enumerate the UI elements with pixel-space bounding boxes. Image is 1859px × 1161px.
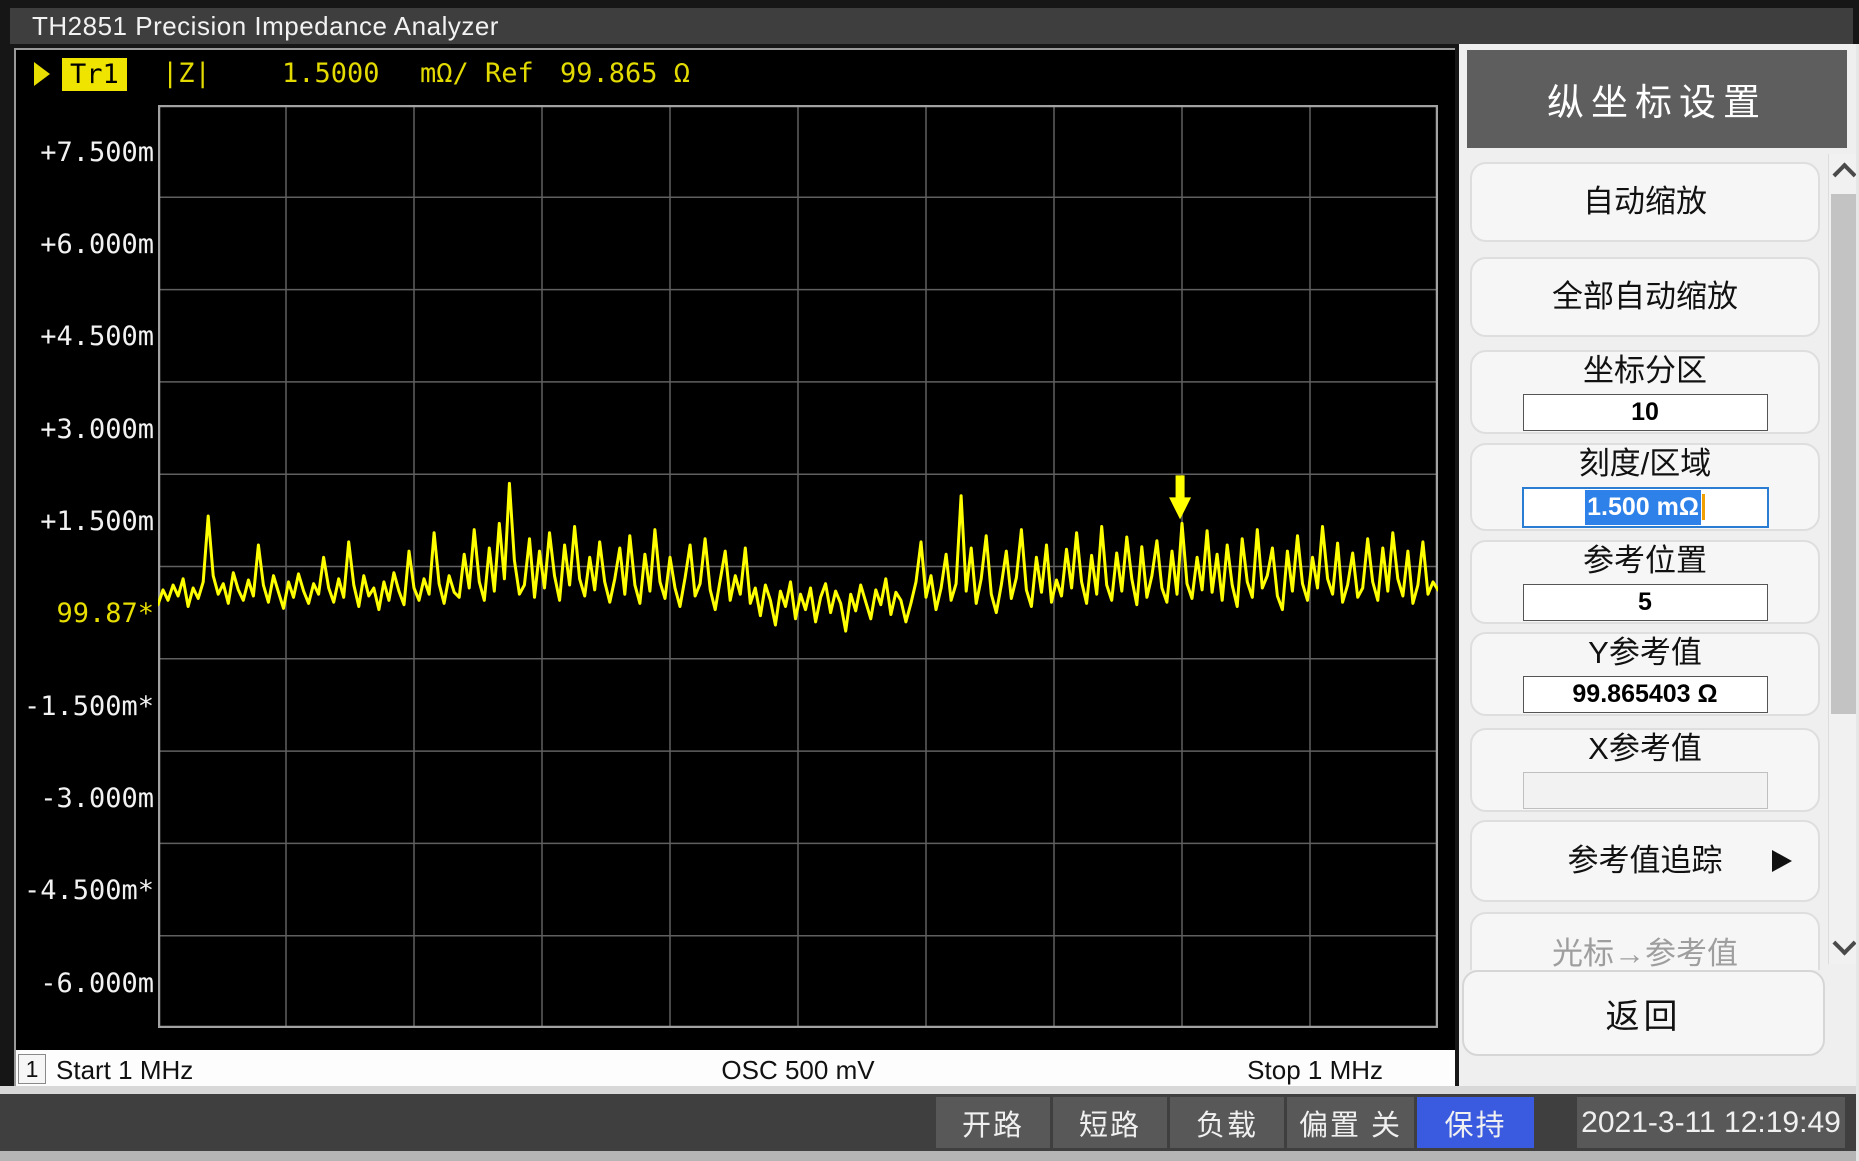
scroll-up-icon[interactable] bbox=[1832, 162, 1856, 186]
trace-scale-unit: mΩ/ bbox=[420, 58, 469, 89]
scrollbar-thumb[interactable] bbox=[1831, 194, 1856, 714]
short-correction-button[interactable]: 短路 bbox=[1053, 1097, 1167, 1148]
scroll-clip: 光标→参考值 bbox=[1459, 904, 1828, 970]
trace-ref-label: Ref bbox=[485, 58, 534, 89]
back-button[interactable]: 返回 bbox=[1462, 970, 1825, 1056]
scroll-down-icon[interactable] bbox=[1832, 931, 1856, 955]
y-axis-label: +4.500m bbox=[16, 322, 154, 352]
reference-tracking-button[interactable]: 参考值追踪 bbox=[1470, 820, 1820, 902]
load-correction-button[interactable]: 负载 bbox=[1170, 1097, 1284, 1148]
y-axis-label: +3.000m bbox=[16, 415, 154, 445]
selected-text: 1.500 mΩ bbox=[1585, 490, 1701, 525]
y-axis-label: -4.500m* bbox=[16, 876, 154, 906]
bottom-edge-band bbox=[0, 1151, 1859, 1161]
y-axis-label: +6.000m bbox=[16, 230, 154, 260]
title-bar: TH2851 Precision Impedance Analyzer bbox=[10, 8, 1853, 44]
axis-divisions-input[interactable]: 10 bbox=[1523, 394, 1768, 431]
y-axis-reference-label: 99.87* bbox=[16, 599, 154, 629]
trace-name-badge[interactable]: Tr1 bbox=[62, 58, 127, 91]
y-axis-label: -3.000m bbox=[16, 784, 154, 814]
y-axis-label: +1.500m bbox=[16, 507, 154, 537]
bottom-toolbar: 开路 短路 负载 偏置 关 保持 2021-3-11 12:19:49 bbox=[0, 1094, 1859, 1151]
clock-display: 2021-3-11 12:19:49 bbox=[1577, 1097, 1845, 1148]
plot-grid-area bbox=[158, 105, 1438, 1028]
y-axis-label: -1.500m* bbox=[16, 692, 154, 722]
trace-scale-value: 1.5000 bbox=[282, 58, 380, 89]
y-axis-label: -6.000m bbox=[16, 969, 154, 999]
osc-level: OSC 500 mV bbox=[158, 1055, 1438, 1086]
submenu-arrow-icon bbox=[1772, 850, 1792, 872]
reference-position-input[interactable]: 5 bbox=[1523, 584, 1768, 621]
hold-button[interactable]: 保持 bbox=[1417, 1097, 1534, 1148]
panel-scrollbar[interactable] bbox=[1828, 154, 1858, 964]
separator-band bbox=[0, 1086, 1859, 1094]
y-reference-value-button[interactable]: Y参考值 99.865403 Ω bbox=[1470, 632, 1820, 716]
text-caret bbox=[1702, 494, 1705, 520]
stop-frequency: Stop 1 MHz bbox=[1247, 1055, 1383, 1086]
trace-parameter: |Z| bbox=[162, 58, 211, 89]
window-title: TH2851 Precision Impedance Analyzer bbox=[10, 11, 499, 42]
auto-scale-all-button[interactable]: 全部自动缩放 bbox=[1470, 257, 1820, 337]
axis-divisions-button[interactable]: 坐标分区 10 bbox=[1470, 350, 1820, 434]
panel-title: 纵坐标设置 bbox=[1467, 50, 1847, 148]
active-trace-arrow-icon bbox=[34, 62, 50, 86]
analyzer-window: TH2851 Precision Impedance Analyzer Tr1 … bbox=[0, 0, 1859, 1161]
grid-trace-svg bbox=[158, 105, 1438, 1028]
y-reference-value-input[interactable]: 99.865403 Ω bbox=[1523, 676, 1768, 713]
cursor-to-reference-button[interactable]: 光标→参考值 bbox=[1470, 912, 1820, 970]
scale-per-division-input[interactable]: 1.500 mΩ bbox=[1522, 487, 1769, 528]
chart-panel: Tr1 |Z| 1.5000 mΩ/ Ref 99.865 Ω +7.500m … bbox=[16, 50, 1455, 1050]
measurement-display: Tr1 |Z| 1.5000 mΩ/ Ref 99.865 Ω +7.500m … bbox=[14, 48, 1455, 1086]
auto-scale-button[interactable]: 自动缩放 bbox=[1470, 162, 1820, 242]
trace-ref-value: 99.865 Ω bbox=[560, 58, 690, 89]
bias-toggle-button[interactable]: 偏置 关 bbox=[1287, 1097, 1414, 1148]
trace-marker-arrow-icon bbox=[1169, 475, 1191, 519]
trace-header: Tr1 |Z| 1.5000 mΩ/ Ref 99.865 Ω bbox=[16, 50, 1455, 105]
open-correction-button[interactable]: 开路 bbox=[936, 1097, 1050, 1148]
x-reference-value-button[interactable]: X参考值 bbox=[1470, 728, 1820, 812]
vertical-axis-settings-panel: 纵坐标设置 自动缩放 全部自动缩放 坐标分区 10 刻度/区域 1.500 mΩ… bbox=[1459, 44, 1859, 1090]
x-reference-value-input[interactable] bbox=[1523, 772, 1768, 809]
y-axis-label: +7.500m bbox=[16, 138, 154, 168]
channel-badge: 1 bbox=[18, 1054, 46, 1084]
reference-position-button[interactable]: 参考位置 5 bbox=[1470, 540, 1820, 624]
scale-per-division-button[interactable]: 刻度/区域 1.500 mΩ bbox=[1470, 443, 1820, 531]
sweep-status-bar: 1 Start 1 MHz OSC 500 mV Stop 1 MHz bbox=[16, 1050, 1455, 1088]
